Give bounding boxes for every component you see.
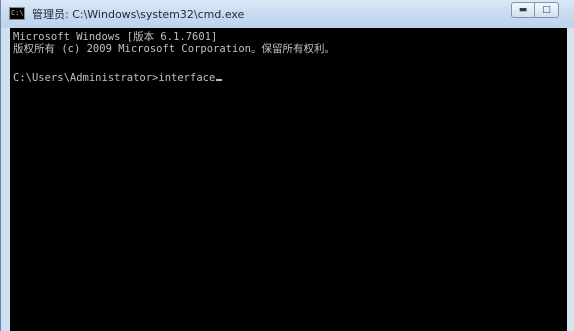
window-title: 管理员: C:\Windows\system32\cmd.exe: [32, 8, 245, 21]
prompt-text: C:\Users\Administrator>interface: [13, 72, 216, 84]
text-cursor: [216, 79, 223, 81]
console-line-copyright: 版权所有 (c) 2009 Microsoft Corporation。保留所有…: [13, 43, 335, 55]
maximize-button[interactable]: □: [535, 2, 559, 18]
minimize-button[interactable]: ▬: [511, 2, 535, 18]
window-controls: ▬ □: [511, 2, 559, 20]
maximize-icon: □: [542, 5, 551, 15]
title-bar[interactable]: C:\ 管理员: C:\Windows\system32\cmd.exe ▬ □: [1, 0, 574, 28]
window-right-border: [567, 28, 574, 331]
console-line-version: Microsoft Windows [版本 6.1.7601]: [13, 31, 218, 43]
console-output-area[interactable]: Microsoft Windows [版本 6.1.7601] 版权所有 (c)…: [10, 28, 567, 331]
minimize-icon: ▬: [518, 5, 528, 15]
cmd-window: C:\ 管理员: C:\Windows\system32\cmd.exe ▬ □…: [0, 0, 574, 331]
cmd-app-icon[interactable]: C:\: [9, 7, 25, 20]
console-line-prompt: C:\Users\Administrator>interface: [13, 72, 223, 84]
